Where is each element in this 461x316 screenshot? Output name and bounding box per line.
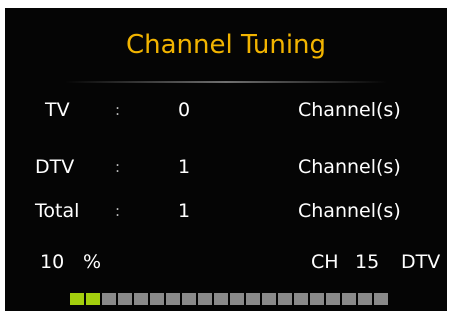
progress-segment-empty [214, 293, 228, 305]
progress-segment-filled [86, 293, 100, 305]
progress-segment-empty [374, 293, 388, 305]
progress-segment-empty [358, 293, 372, 305]
progress-segment-empty [102, 293, 116, 305]
progress-segment-empty [118, 293, 132, 305]
channel-number: 15 [355, 251, 380, 273]
channel-label: CH [311, 251, 339, 273]
channel-type: DTV [401, 251, 441, 273]
tuning-progress-bar [70, 293, 388, 305]
tv-channel-count: 0 [178, 99, 191, 121]
status-line: 10 % CH 15 DTV [5, 249, 447, 275]
progress-segment-empty [198, 293, 212, 305]
progress-segment-filled [70, 293, 84, 305]
progress-percent-value: 10 [40, 251, 65, 273]
tv-label: TV [45, 99, 70, 121]
progress-segment-empty [150, 293, 164, 305]
channel-tuning-panel: Channel Tuning TV : 0 Channel(s) DTV : 1… [5, 8, 447, 311]
dtv-channel-unit: Channel(s) [298, 156, 401, 178]
total-channel-unit: Channel(s) [298, 200, 401, 222]
tv-colon: : [115, 101, 121, 119]
progress-segment-empty [230, 293, 244, 305]
progress-segment-empty [262, 293, 276, 305]
progress-segment-empty [294, 293, 308, 305]
progress-segment-empty [278, 293, 292, 305]
progress-segment-empty [326, 293, 340, 305]
dtv-label: DTV [35, 156, 75, 178]
dtv-colon: : [115, 158, 121, 176]
tv-channel-unit: Channel(s) [298, 99, 401, 121]
total-label: Total [35, 200, 80, 222]
progress-segment-empty [166, 293, 180, 305]
progress-segment-empty [246, 293, 260, 305]
dtv-channel-count: 1 [178, 156, 191, 178]
total-channel-count: 1 [178, 200, 191, 222]
dtv-channel-row: DTV : 1 Channel(s) [5, 154, 447, 180]
total-channel-row: Total : 1 Channel(s) [5, 198, 447, 224]
title-divider [65, 81, 387, 83]
progress-segment-empty [342, 293, 356, 305]
progress-segment-empty [310, 293, 324, 305]
progress-segment-empty [182, 293, 196, 305]
progress-percent-sign: % [83, 251, 102, 273]
progress-segment-empty [134, 293, 148, 305]
tv-channel-row: TV : 0 Channel(s) [5, 97, 447, 123]
page-title: Channel Tuning [125, 30, 327, 60]
total-colon: : [115, 202, 121, 220]
